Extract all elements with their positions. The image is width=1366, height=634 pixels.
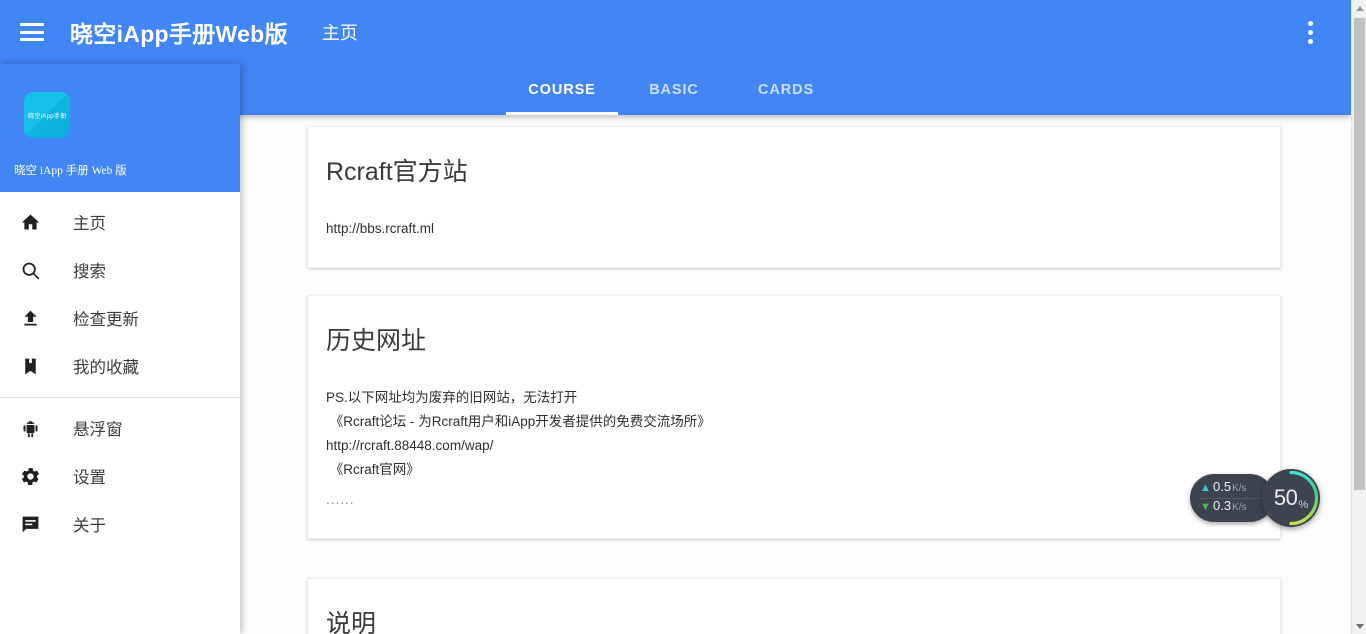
card-title: Rcraft官方站 [326, 158, 468, 186]
sidebar-item-label: 我的收藏 [73, 359, 139, 377]
tab-label: BASIC [649, 81, 699, 98]
sidebar-item-favorites[interactable]: 我的收藏 [0, 342, 240, 390]
tab-cards[interactable]: CARDS [730, 64, 842, 115]
arrow-glyph [1355, 5, 1364, 11]
scrollbar-thumb[interactable] [1354, 18, 1365, 490]
scroll-down-arrow-icon[interactable] [1352, 618, 1366, 634]
gear-icon [16, 462, 44, 490]
more-dot [1307, 20, 1313, 26]
vertical-scrollbar[interactable] [1351, 0, 1366, 634]
card-line: ...... [326, 492, 355, 507]
card-line: http://rcraft.88448.com/wap/ [326, 438, 494, 453]
sidebar-item-floating-window[interactable]: 悬浮窗 [0, 404, 240, 452]
sidebar-item-about[interactable]: 关于 [0, 500, 240, 548]
download-speed-value: 0.3 [1213, 498, 1232, 513]
card-line: PS.以下网址均为废弃的旧网站，无法打开 [326, 390, 578, 405]
hamburger-bar [20, 38, 44, 41]
drawer-divider [0, 397, 240, 398]
memory-gauge[interactable]: 50 % [1262, 469, 1320, 527]
tab-basic[interactable]: BASIC [618, 64, 730, 115]
card-line: http://bbs.rcraft.ml [326, 221, 435, 236]
arrow-down-icon: ▼ [1200, 501, 1211, 513]
tab-label: CARDS [757, 81, 815, 98]
floating-network-widget[interactable]: ▲ 0.5 K/s ▼ 0.3 K/s 50 % [1190, 469, 1320, 527]
card-body: http://bbs.rcraft.ml [308, 187, 1280, 267]
gauge-unit: % [1298, 499, 1309, 511]
more-vertical-icon[interactable] [1297, 18, 1323, 46]
android-icon [16, 414, 44, 442]
drawer-header-label: 晓空 iApp 手册 Web 版 [14, 165, 127, 177]
app-logo-text: 晓空iApp手册 [27, 113, 67, 120]
nav-link-home[interactable]: 主页 [322, 19, 358, 45]
app-bar-top-row: 晓空iApp手册Web版 主页 [0, 0, 1351, 64]
search-icon [16, 256, 44, 284]
tab-label: COURSE [528, 81, 596, 98]
sidebar-item-search[interactable]: 搜索 [0, 246, 240, 294]
feedback-icon [16, 510, 44, 538]
arrow-up-icon: ▲ [1200, 482, 1211, 494]
scroll-up-arrow-icon[interactable] [1352, 0, 1366, 16]
sidebar-item-label: 主页 [73, 215, 106, 233]
navigation-drawer: 晓空iApp手册 晓空 iApp 手册 Web 版 主页 搜索 检查更新 我的收… [0, 64, 240, 634]
sidebar-item-home[interactable]: 主页 [0, 198, 240, 246]
upload-speed-value: 0.5 [1213, 479, 1232, 494]
sidebar-item-label: 悬浮窗 [73, 421, 123, 439]
card-rcraft-official[interactable]: Rcraft官方站 http://bbs.rcraft.ml [307, 126, 1281, 268]
arrow-glyph [1355, 623, 1364, 629]
upload-speed-unit: K/s [1232, 483, 1247, 494]
page-title: 晓空iApp手册Web版 [70, 21, 288, 47]
gauge-readout: 50 % [1262, 469, 1320, 527]
sidebar-item-label: 关于 [73, 517, 106, 535]
drawer-menu-list: 主页 搜索 检查更新 我的收藏 悬浮窗 设置 关于 [0, 192, 240, 548]
card-body: PS.以下网址均为废弃的旧网站，无法打开 《Rcraft论坛 - 为Rcraft… [308, 356, 1280, 538]
card-description[interactable]: 说明 [307, 578, 1281, 634]
card-line: 《Rcraft论坛 - 为Rcraft用户和iApp开发者提供的免费交流场所》 [326, 414, 711, 429]
upload-update-icon [16, 304, 44, 332]
app-window: 晓空iApp手册Web版 主页 COURSE BASIC CARDS Rcraf… [0, 0, 1366, 634]
tab-course[interactable]: COURSE [506, 64, 618, 115]
sidebar-item-label: 设置 [73, 469, 106, 487]
hamburger-icon[interactable] [20, 23, 44, 41]
hamburger-bar [20, 23, 44, 26]
gauge-value: 50 [1273, 485, 1298, 510]
main-content: Rcraft官方站 http://bbs.rcraft.ml 历史网址 PS.以… [240, 115, 1351, 634]
drawer-header: 晓空iApp手册 晓空 iApp 手册 Web 版 [0, 64, 240, 192]
card-line: 《Rcraft官网》 [326, 462, 420, 477]
tab-bar: COURSE BASIC CARDS [240, 64, 1351, 115]
sidebar-item-settings[interactable]: 设置 [0, 452, 240, 500]
card-title: 说明 [326, 610, 377, 634]
more-dot [1307, 38, 1313, 44]
sidebar-item-check-update[interactable]: 检查更新 [0, 294, 240, 342]
sidebar-item-label: 搜索 [73, 263, 106, 281]
more-dot [1307, 29, 1313, 35]
speed-divider [1199, 498, 1265, 499]
sidebar-item-label: 检查更新 [73, 311, 139, 329]
hamburger-bar [20, 30, 44, 34]
app-logo-icon: 晓空iApp手册 [24, 92, 70, 138]
card-title: 历史网址 [326, 327, 427, 355]
card-history-urls[interactable]: 历史网址 PS.以下网址均为废弃的旧网站，无法打开 《Rcraft论坛 - 为R… [307, 295, 1281, 539]
bookmark-icon [16, 352, 44, 380]
download-speed-unit: K/s [1232, 502, 1247, 513]
home-icon [16, 208, 44, 236]
